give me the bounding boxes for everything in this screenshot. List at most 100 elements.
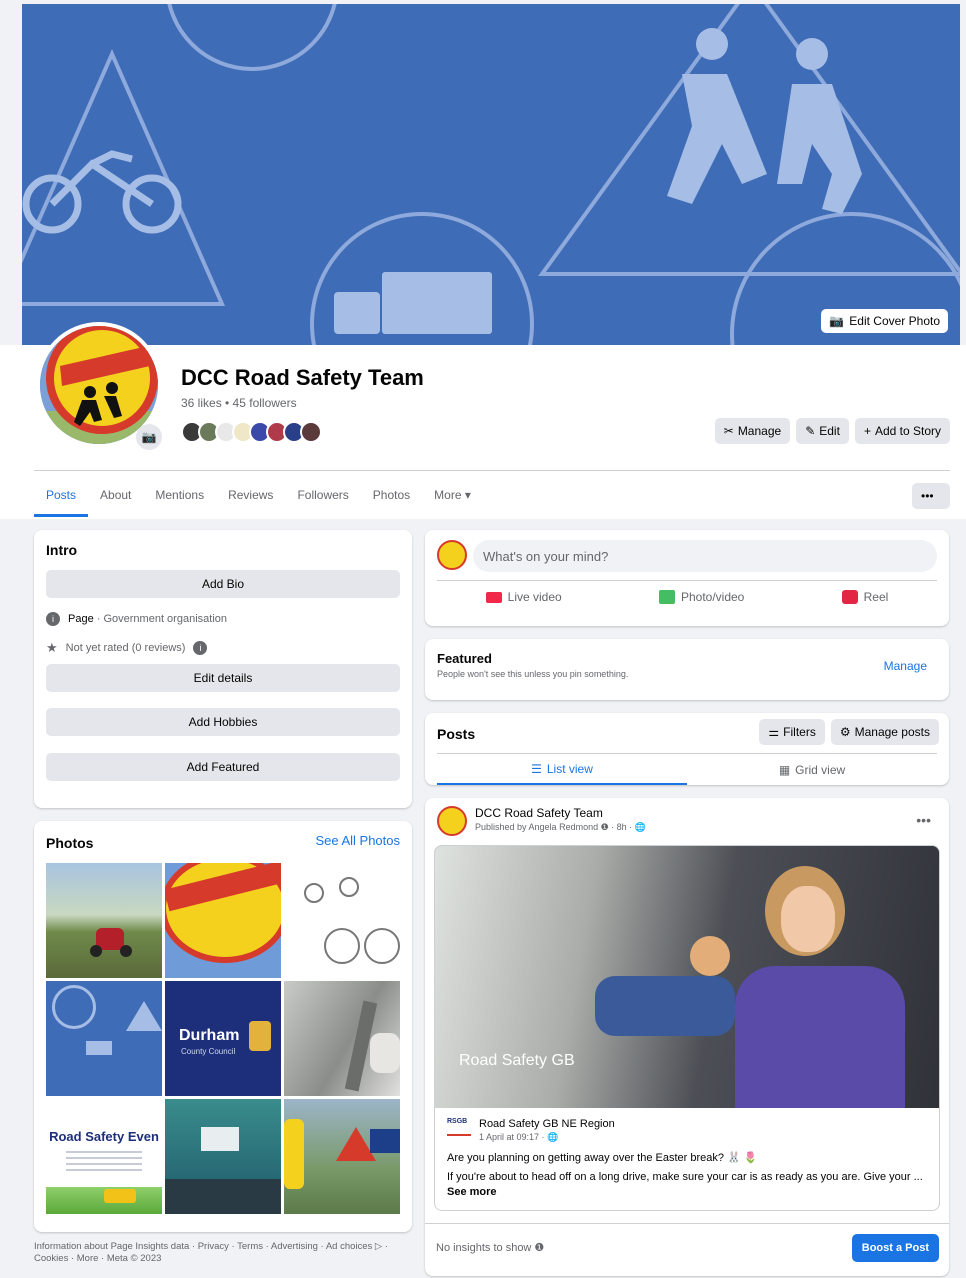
tab-mentions[interactable]: Mentions — [143, 481, 216, 517]
post-footer-divider — [425, 1223, 949, 1224]
road-signs-illustration — [22, 4, 960, 345]
featured-subtitle: People won't see this unless you pin som… — [437, 669, 629, 679]
photo-icon — [658, 590, 675, 604]
manage-button[interactable]: ✂ Manage — [714, 418, 791, 444]
add-bio-button[interactable]: Add Bio — [46, 570, 400, 598]
rating-row: ★ Not yet rated (0 reviews) i — [46, 640, 400, 656]
edit-cover-label: Edit Cover Photo — [849, 314, 940, 328]
status-input[interactable]: What's on your mind? — [473, 540, 937, 572]
image-watermark: Road Safety GB — [459, 1052, 575, 1069]
photos-card: Photos See All Photos Durham County Coun… — [34, 821, 412, 1232]
photo-stop-sign[interactable] — [165, 863, 281, 978]
shared-post-image[interactable]: Road Safety GB — [435, 846, 939, 1108]
header-actions: ✂ Manage ✎ Edit + Add to Story — [714, 418, 950, 444]
ellipsis-icon: ••• — [921, 489, 934, 503]
live-video-button[interactable]: Live video — [485, 590, 562, 604]
shared-meta: 1 April at 09:17 · 🌐 — [479, 1132, 559, 1142]
follower-avatars[interactable] — [181, 421, 322, 443]
shared-post[interactable]: Road Safety GB RSGB Road Safety GB NE Re… — [434, 845, 940, 1211]
photo-road-sign-b6[interactable] — [284, 1099, 400, 1214]
rsgb-logo: RSGB — [447, 1118, 471, 1136]
rating-text: Not yet rated (0 reviews) — [65, 642, 186, 654]
intro-title: Intro — [46, 542, 78, 558]
tab-posts[interactable]: Posts — [34, 481, 89, 517]
page-category: i Page · Government organisation — [46, 612, 400, 626]
photo-durham-logo[interactable]: Durham County Council — [165, 981, 281, 1096]
composer-divider — [437, 580, 937, 581]
tab-reviews[interactable]: Reviews — [216, 481, 285, 517]
post-text-line1: Are you planning on getting away over th… — [447, 1152, 758, 1164]
page-title: DCC Road Safety Team — [181, 365, 424, 390]
manage-posts-button[interactable]: ⚙ Manage posts — [830, 719, 939, 745]
update-avatar-camera-icon[interactable]: 📷 — [136, 424, 162, 450]
durham-logo-subtext: County Council — [181, 1047, 236, 1056]
follower-avatar — [300, 421, 322, 443]
photo-road-surface[interactable] — [284, 981, 400, 1096]
edit-cover-photo-button[interactable]: 📷 Edit Cover Photo — [821, 309, 948, 333]
tab-more[interactable]: More ▾ — [422, 481, 483, 517]
event-poster-title: Road Safety Even — [49, 1129, 159, 1144]
live-video-label: Live video — [507, 590, 562, 604]
post-header: DCC Road Safety Team Published by Angela… — [437, 806, 646, 836]
durham-logo-text: Durham — [179, 1027, 240, 1044]
post-meta: Published by Angela Redmond ❶ · 8h · 🌐 — [475, 822, 646, 832]
composer-avatar — [437, 540, 467, 570]
featured-manage-link[interactable]: Manage — [884, 659, 927, 673]
featured-card: Featured People won't see this unless yo… — [425, 639, 949, 700]
more-options-button[interactable]: ••• — [912, 483, 950, 509]
page-stats[interactable]: 36 likes • 45 followers — [181, 396, 297, 410]
header-divider — [34, 470, 950, 471]
photo-event-poster[interactable]: Road Safety Even — [46, 1099, 162, 1214]
reel-button[interactable]: Reel — [841, 590, 888, 604]
see-all-photos-link[interactable]: See All Photos — [315, 833, 400, 848]
edit-details-button[interactable]: Edit details — [46, 664, 400, 692]
featured-title: Featured — [437, 651, 492, 666]
post-options-button[interactable]: ••• — [916, 812, 931, 828]
list-view-tab[interactable]: ☰ List view — [437, 754, 687, 785]
footer-links[interactable]: Information about Page Insights data · P… — [34, 1241, 412, 1265]
add-story-label: Add to Story — [874, 424, 941, 438]
post-author-avatar[interactable] — [437, 806, 467, 836]
posts-header-card: Posts ⚌ Filters ⚙ Manage posts ☰ List view … — [425, 713, 949, 785]
shared-author[interactable]: Road Safety GB NE Region — [479, 1118, 615, 1130]
info-icon[interactable]: i — [193, 641, 208, 655]
photo-video-button[interactable]: Photo/video — [658, 590, 744, 604]
star-icon: ★ — [46, 640, 58, 655]
plus-icon: + — [863, 424, 871, 438]
list-icon: ☰ — [531, 761, 542, 776]
pencil-icon: ✎ — [805, 424, 816, 438]
photo-conference[interactable] — [165, 1099, 281, 1214]
grid-icon: ▦ — [778, 762, 791, 777]
insights-text: No insights to show ❶ — [436, 1242, 545, 1254]
add-featured-button[interactable]: Add Featured — [46, 753, 400, 781]
posts-title: Posts — [437, 726, 476, 742]
post-text-line2: If you're about to head off on a long dr… — [447, 1170, 927, 1200]
add-hobbies-button[interactable]: Add Hobbies — [46, 708, 400, 736]
composer-actions: Live video Photo/video Reel — [437, 590, 937, 604]
video-camera-icon — [485, 591, 502, 603]
gear-icon: ⚙ — [839, 725, 851, 739]
page-label: Page — [68, 613, 94, 625]
intro-card: Intro Add Bio i Page · Government organi… — [34, 530, 412, 808]
add-to-story-button[interactable]: + Add to Story — [854, 418, 950, 444]
tab-followers[interactable]: Followers — [285, 481, 360, 517]
manage-label: Manage — [737, 424, 782, 438]
edit-button[interactable]: ✎ Edit — [796, 418, 849, 444]
tab-about[interactable]: About — [88, 481, 143, 517]
posts-actions: ⚌ Filters ⚙ Manage posts — [759, 719, 939, 745]
grid-view-label: Grid view — [795, 762, 846, 777]
page-category-text: · Government organisation — [93, 613, 227, 625]
post-author[interactable]: DCC Road Safety Team — [475, 806, 646, 820]
photo-road-signs[interactable] — [46, 981, 162, 1096]
post-text-body: If you're about to head off on a long dr… — [447, 1171, 923, 1183]
boost-post-button[interactable]: Boost a Post — [851, 1234, 939, 1262]
shared-post-body: RSGB Road Safety GB NE Region 1 April at… — [447, 1118, 927, 1200]
filters-label: Filters — [783, 725, 816, 739]
see-more-link[interactable]: See more — [447, 1186, 497, 1198]
tab-photos[interactable]: Photos — [361, 481, 422, 517]
page-tabs: Posts About Mentions Reviews Followers P… — [34, 481, 483, 517]
photo-kids-cycling[interactable] — [284, 863, 400, 978]
photo-motorbike[interactable] — [46, 863, 162, 978]
filters-button[interactable]: ⚌ Filters — [759, 719, 825, 745]
grid-view-tab[interactable]: ▦ Grid view — [687, 754, 937, 785]
